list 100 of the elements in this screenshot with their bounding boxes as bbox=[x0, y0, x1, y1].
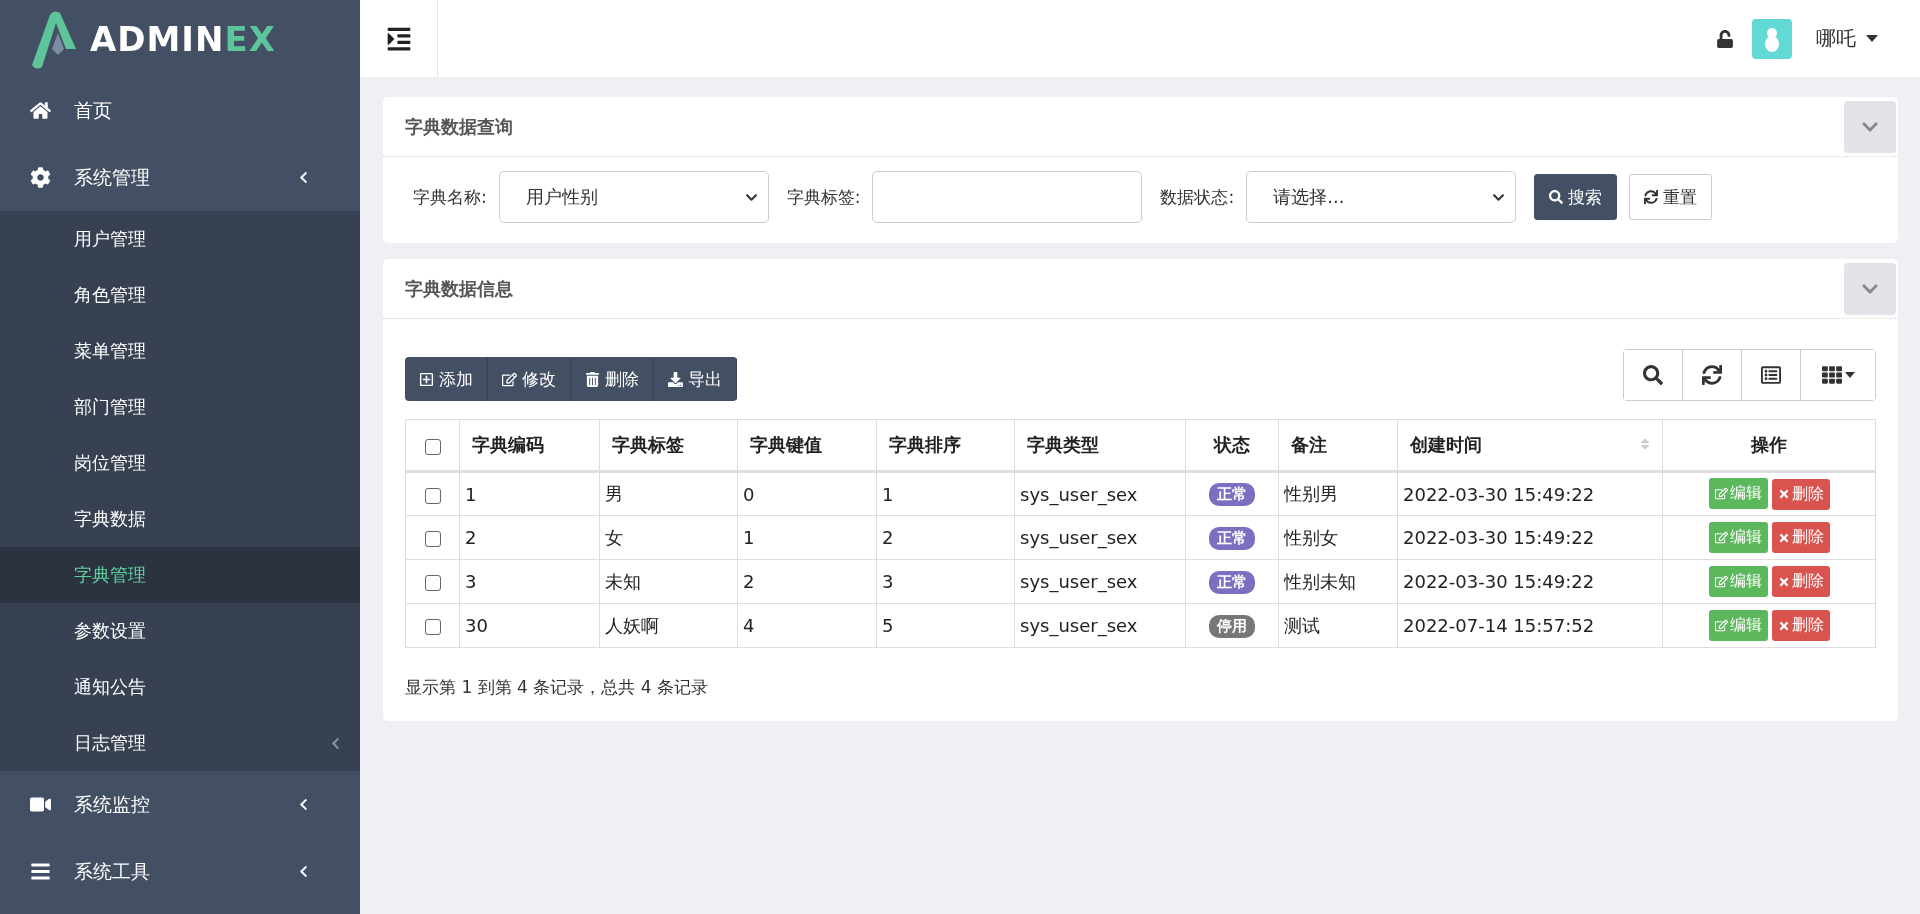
reset-button[interactable]: 重置 bbox=[1629, 174, 1713, 220]
field-label: 数据状态: bbox=[1160, 185, 1235, 209]
table-cell: 2022-03-30 15:49:22 bbox=[1397, 559, 1663, 604]
caret-icon bbox=[1866, 35, 1878, 42]
user-menu[interactable]: 哪吒 bbox=[1810, 24, 1884, 53]
checkbox[interactable] bbox=[424, 531, 441, 547]
edit-icon bbox=[1714, 530, 1728, 544]
table-cell: 测试 bbox=[1278, 603, 1398, 648]
column-header: 创建时间 bbox=[1397, 419, 1663, 472]
table-cell: 1 bbox=[876, 471, 1015, 516]
sidebar-subitem[interactable]: 日志管理 bbox=[0, 715, 360, 771]
table-cell: 2 bbox=[459, 515, 600, 560]
edit-icon bbox=[1714, 574, 1728, 588]
column-header: 备注 bbox=[1278, 419, 1398, 472]
close-icon bbox=[1777, 488, 1790, 501]
checkbox[interactable] bbox=[424, 487, 441, 504]
table-cell: sys_user_sex bbox=[1014, 515, 1186, 560]
delete-button[interactable]: 删除 bbox=[1771, 478, 1830, 510]
avatar bbox=[1752, 18, 1792, 59]
checkbox[interactable] bbox=[424, 619, 441, 635]
table-cell: 2022-03-30 15:49:22 bbox=[1397, 471, 1663, 516]
chevron-icon bbox=[297, 171, 310, 184]
status-badge: 正常 bbox=[1209, 526, 1255, 550]
field-label: 字典标签: bbox=[786, 185, 861, 209]
checkbox[interactable] bbox=[424, 438, 441, 455]
search-icon bbox=[1643, 365, 1663, 385]
sidebar-subitem[interactable]: 角色管理 bbox=[0, 267, 360, 323]
panel-title: 字典数据查询 bbox=[405, 114, 513, 139]
toolbar-button[interactable]: 添加 bbox=[405, 357, 488, 401]
sidebar-item[interactable]: 系统监控 bbox=[0, 771, 360, 838]
checkbox[interactable] bbox=[424, 575, 441, 591]
lock-icon[interactable] bbox=[1716, 29, 1734, 48]
toolbar-button[interactable]: 删除 bbox=[571, 357, 654, 401]
column-header: 字典编码 bbox=[459, 419, 600, 472]
search-icon bbox=[1549, 190, 1564, 204]
column-header: 字典键值 bbox=[737, 419, 877, 472]
sidebar-item[interactable]: 系统管理 bbox=[0, 144, 360, 211]
table-cell: 3 bbox=[876, 559, 1015, 604]
sidebar-subitem[interactable]: 岗位管理 bbox=[0, 435, 360, 491]
table-cell: 性别男 bbox=[1278, 471, 1398, 516]
chevron-icon bbox=[297, 865, 310, 878]
column-header: 字典标签 bbox=[599, 419, 738, 472]
toolbar-button[interactable]: 修改 bbox=[488, 357, 571, 401]
edit-icon bbox=[1714, 618, 1728, 632]
field-label: 字典名称: bbox=[413, 185, 487, 209]
table-cell: 男 bbox=[599, 471, 738, 516]
table-cell: 2022-03-30 15:49:22 bbox=[1397, 515, 1663, 560]
indent-icon bbox=[385, 25, 412, 52]
column-header: 状态 bbox=[1185, 419, 1279, 472]
table-cell: 女 bbox=[599, 515, 738, 560]
input-field[interactable] bbox=[872, 171, 1143, 223]
close-icon bbox=[1777, 619, 1790, 632]
table-cell: 5 bbox=[876, 603, 1015, 648]
column-header: 字典类型 bbox=[1014, 419, 1186, 472]
search-button[interactable] bbox=[1624, 350, 1683, 400]
panel-title: 字典数据信息 bbox=[405, 276, 513, 301]
table-cell: 性别未知 bbox=[1278, 559, 1398, 604]
sidebar-subitem[interactable]: 字典数据 bbox=[0, 491, 360, 547]
sidebar-subitem[interactable]: 字典管理 bbox=[0, 547, 360, 603]
status-badge: 停用 bbox=[1209, 614, 1255, 638]
table-cell: 1 bbox=[459, 471, 600, 516]
refresh-icon bbox=[1702, 365, 1722, 385]
sidebar-item[interactable]: 首页 bbox=[0, 77, 360, 144]
delete-button[interactable]: 删除 bbox=[1771, 522, 1830, 554]
pagination-info: 显示第 1 到第 4 条记录，总共 4 条记录 bbox=[405, 676, 709, 699]
sidebar-subitem[interactable]: 菜单管理 bbox=[0, 323, 360, 379]
sort-icon bbox=[1638, 437, 1652, 451]
toolbar-button[interactable]: 导出 bbox=[654, 357, 737, 401]
edit-icon bbox=[502, 371, 517, 387]
select-field[interactable]: 请选择... bbox=[1246, 171, 1517, 223]
column-header: 字典排序 bbox=[876, 419, 1015, 472]
table-cell: 1 bbox=[737, 515, 877, 560]
status-badge: 正常 bbox=[1209, 483, 1255, 506]
search-button[interactable]: 搜索 bbox=[1534, 174, 1618, 220]
table-cell: 2 bbox=[876, 515, 1015, 560]
chevron-icon bbox=[297, 798, 310, 811]
table-cell: 2022-07-14 15:57:52 bbox=[1397, 603, 1663, 648]
select-field[interactable]: 用户性别 bbox=[498, 171, 769, 223]
status-badge: 正常 bbox=[1209, 570, 1255, 594]
sidebar-subitem[interactable]: 参数设置 bbox=[0, 603, 360, 659]
delete-button[interactable]: 删除 bbox=[1771, 566, 1830, 598]
table-cell: sys_user_sex bbox=[1014, 559, 1186, 604]
chevron-icon bbox=[329, 736, 342, 750]
table-cell: 未知 bbox=[599, 559, 738, 604]
caret-icon bbox=[1844, 372, 1855, 378]
delete-button[interactable]: 删除 bbox=[1771, 610, 1830, 642]
sidebar-subitem[interactable]: 部门管理 bbox=[0, 379, 360, 435]
sidebar-item[interactable]: 系统工具 bbox=[0, 838, 360, 905]
table-cell: 人妖啊 bbox=[599, 603, 738, 648]
list-icon bbox=[1761, 365, 1781, 385]
table-cell: 2 bbox=[737, 559, 877, 604]
table-cell: sys_user_sex bbox=[1014, 603, 1186, 648]
sidebar-subitem[interactable]: 用户管理 bbox=[0, 211, 360, 267]
sidebar-subitem[interactable]: 通知公告 bbox=[0, 659, 360, 715]
table-cell: 3 bbox=[459, 559, 600, 604]
table-cell: 4 bbox=[737, 603, 877, 648]
column-header: 操作 bbox=[1662, 419, 1876, 472]
close-icon bbox=[1777, 531, 1790, 544]
download-icon bbox=[668, 371, 683, 387]
logo-text: ADMINEX bbox=[90, 18, 276, 59]
